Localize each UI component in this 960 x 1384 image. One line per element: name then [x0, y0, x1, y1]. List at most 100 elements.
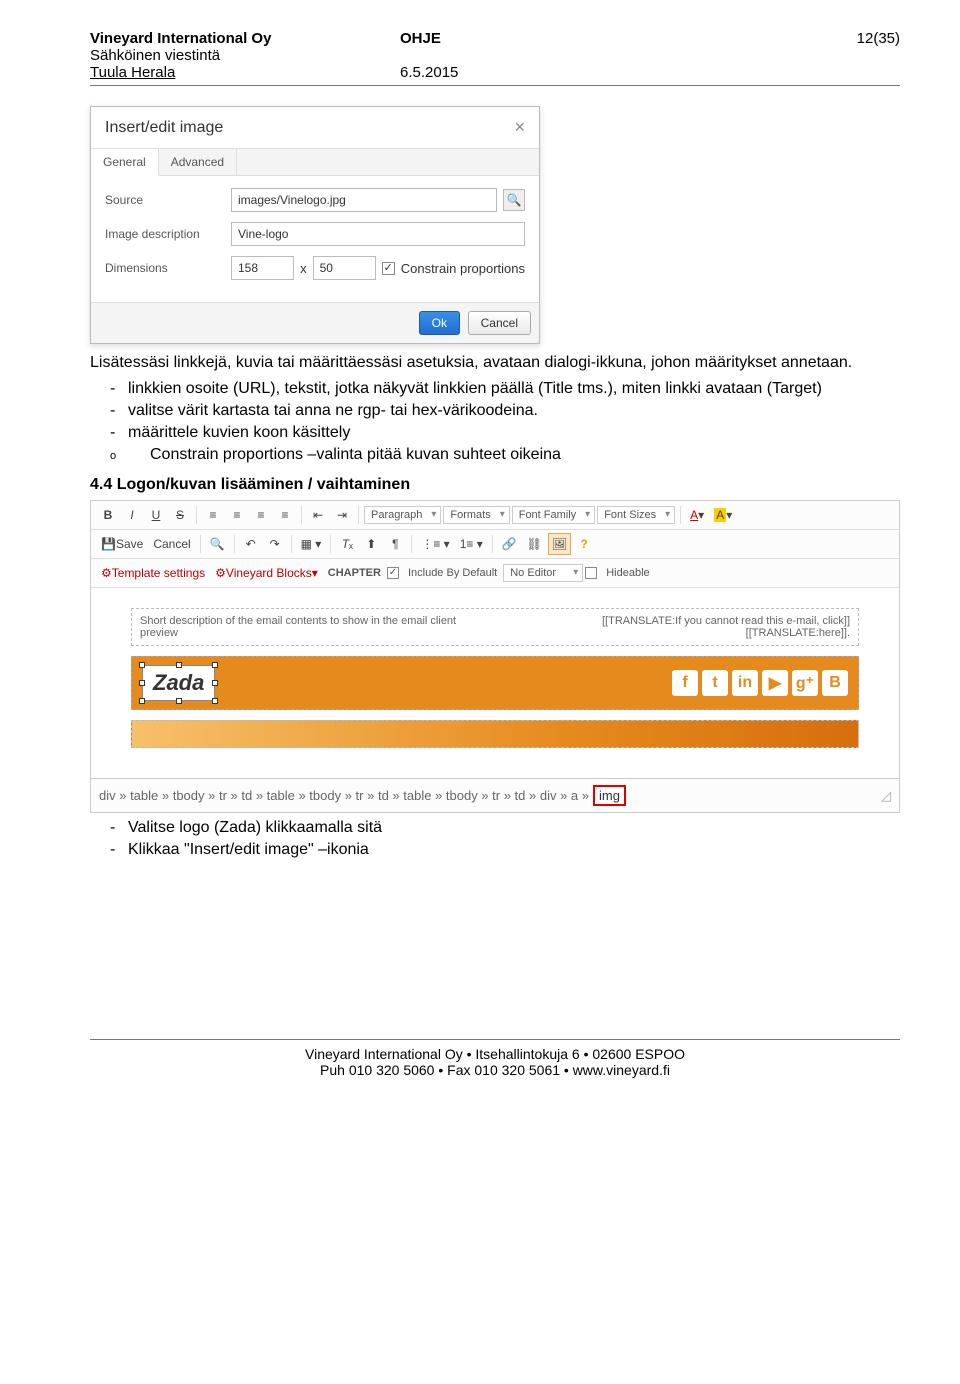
cancel-button-toolbar[interactable]: Cancel — [149, 533, 194, 555]
path-img-highlighted[interactable]: img — [593, 785, 626, 806]
body-paragraph-1: Lisätessäsi linkkejä, kuvia tai määrittä… — [90, 354, 900, 372]
find-icon[interactable]: 🔍 — [206, 533, 229, 555]
underline-icon[interactable]: U — [145, 504, 167, 526]
height-input[interactable] — [313, 256, 376, 280]
section-heading: 4.4 Logon/kuvan lisääminen / vaihtaminen — [90, 476, 900, 494]
gradient-block[interactable] — [131, 720, 859, 748]
align-center-icon[interactable]: ≡ — [226, 504, 248, 526]
insert-image-icon[interactable]: 🖼 — [548, 533, 571, 555]
toolbar-row-2: 💾 Save Cancel 🔍 ↶ ↷ ▦ ▾ Tₓ ⬆ ¶ ⋮≡ ▾ 1≡ ▾… — [91, 530, 899, 559]
label-dimensions: Dimensions — [105, 261, 225, 275]
ok-button[interactable]: Ok — [419, 311, 460, 335]
save-button[interactable]: 💾 Save — [97, 533, 147, 555]
italic-icon[interactable]: I — [121, 504, 143, 526]
dialog-titlebar: Insert/edit image × — [91, 107, 539, 149]
clearformat-icon[interactable]: Tₓ — [336, 533, 358, 555]
list-item: linkkien osoite (URL), tekstit, jotka nä… — [110, 380, 900, 398]
help-icon[interactable]: ? — [573, 533, 595, 555]
undo-icon[interactable]: ↶ — [240, 533, 262, 555]
strikethrough-icon[interactable]: S — [169, 504, 191, 526]
tab-advanced[interactable]: Advanced — [159, 149, 237, 175]
footer-line-1: Vineyard International Oy • Itsehallinto… — [90, 1046, 900, 1062]
selection-handle-icon[interactable] — [176, 662, 182, 668]
author: Tuula Herala — [90, 64, 340, 81]
dialog-title-text: Insert/edit image — [105, 119, 223, 137]
fontsize-dropdown[interactable]: Font Sizes — [597, 506, 675, 524]
redo-icon[interactable]: ↷ — [264, 533, 286, 555]
indent-left-icon[interactable]: ⇤ — [307, 504, 329, 526]
noeditor-dropdown[interactable]: No Editor — [503, 564, 583, 582]
hideable-label: Hideable — [602, 567, 653, 579]
selection-handle-icon[interactable] — [212, 662, 218, 668]
fontfamily-dropdown[interactable]: Font Family — [512, 506, 595, 524]
align-justify-icon[interactable]: ≡ — [274, 504, 296, 526]
align-left-icon[interactable]: ≡ — [202, 504, 224, 526]
toolbar-row-3: ⚙ Template settings ⚙ Vineyard Blocks ▾ … — [91, 559, 899, 588]
page: Vineyard International Oy OHJE 12(35) Sä… — [0, 0, 960, 1098]
selection-handle-icon[interactable] — [139, 680, 145, 686]
template-settings-button[interactable]: ⚙ Template settings — [97, 562, 209, 584]
bold-icon[interactable]: B — [97, 504, 119, 526]
vineyard-blocks-dropdown[interactable]: ⚙ Vineyard Blocks ▾ — [211, 562, 322, 584]
body-list-2: Valitse logo (Zada) klikkaamalla sitä Kl… — [90, 819, 900, 859]
googleplus-icon[interactable]: g⁺ — [792, 670, 818, 696]
paragraph-dropdown[interactable]: Paragraph — [364, 506, 441, 524]
cancel-button[interactable]: Cancel — [468, 311, 531, 335]
indent-right-icon[interactable]: ⇥ — [331, 504, 353, 526]
upload-icon[interactable]: ⬆ — [360, 533, 382, 555]
numlist-icon[interactable]: 1≡ ▾ — [456, 533, 487, 555]
bulletlist-icon[interactable]: ⋮≡ ▾ — [417, 533, 453, 555]
logo-banner[interactable]: Zada f t in ▶ g⁺ B — [131, 656, 859, 710]
constrain-label: Constrain proportions — [401, 261, 525, 276]
width-input[interactable] — [231, 256, 294, 280]
close-icon[interactable]: × — [514, 117, 525, 138]
description-block[interactable]: Short description of the email contents … — [131, 608, 859, 646]
zada-logo[interactable]: Zada — [142, 665, 215, 701]
editor-canvas[interactable]: Short description of the email contents … — [91, 588, 899, 778]
doc-header-row3: Tuula Herala 6.5.2015 — [90, 64, 900, 81]
doc-header-row2: Sähköinen viestintä — [90, 47, 900, 64]
table-icon[interactable]: ▦ ▾ — [297, 533, 326, 555]
include-default-checkbox[interactable]: ✓ — [387, 567, 399, 579]
selection-handle-icon[interactable] — [212, 698, 218, 704]
link-icon[interactable]: 🔗 — [498, 533, 521, 555]
align-right-icon[interactable]: ≡ — [250, 504, 272, 526]
pilcrow-icon[interactable]: ¶ — [384, 533, 406, 555]
linkedin-icon[interactable]: in — [732, 670, 758, 696]
textcolor-icon[interactable]: A ▾ — [686, 504, 708, 526]
tinymce-editor: B I U S ≡ ≡ ≡ ≡ ⇤ ⇥ Paragraph Formats Fo… — [90, 500, 900, 813]
selection-handle-icon[interactable] — [139, 698, 145, 704]
description-input[interactable] — [231, 222, 525, 246]
dialog-footer: Ok Cancel — [91, 302, 539, 343]
label-source: Source — [105, 193, 225, 207]
body-list-1: linkkien osoite (URL), tekstit, jotka nä… — [90, 380, 900, 464]
selection-handle-icon[interactable] — [212, 680, 218, 686]
constrain-checkbox[interactable]: ✓ — [382, 262, 395, 275]
browse-icon[interactable]: 🔍 — [503, 189, 525, 211]
bgcolor-icon[interactable]: A ▾ — [710, 504, 736, 526]
youtube-icon[interactable]: ▶ — [762, 670, 788, 696]
tab-general[interactable]: General — [91, 149, 159, 176]
department: Sähköinen viestintä — [90, 47, 340, 64]
source-input[interactable] — [231, 188, 497, 212]
footer-divider — [90, 1039, 900, 1040]
twitter-icon[interactable]: t — [702, 670, 728, 696]
selection-handle-icon[interactable] — [176, 698, 182, 704]
formats-dropdown[interactable]: Formats — [443, 506, 509, 524]
page-number: 12(35) — [650, 30, 900, 47]
list-item: Valitse logo (Zada) klikkaamalla sitä — [110, 819, 900, 837]
list-item: Klikkaa "Insert/edit image" –ikonia — [110, 841, 900, 859]
blog-icon[interactable]: B — [822, 670, 848, 696]
hideable-checkbox[interactable] — [585, 567, 597, 579]
facebook-icon[interactable]: f — [672, 670, 698, 696]
footer-line-2: Puh 010 320 5060 • Fax 010 320 5061 • ww… — [90, 1062, 900, 1078]
dialog-body: Source 🔍 Image description Dimensions x … — [91, 176, 539, 302]
element-path: div » table » tbody » tr » td » table » … — [91, 778, 899, 812]
social-icons: f t in ▶ g⁺ B — [672, 670, 848, 696]
unlink-icon[interactable]: ⛓ — [523, 533, 546, 555]
resize-handle-icon[interactable]: ◿ — [881, 788, 891, 804]
doc-date: 6.5.2015 — [340, 64, 650, 81]
path-text[interactable]: div » table » tbody » tr » td » table » … — [99, 788, 589, 803]
include-default-label: Include By Default — [404, 567, 501, 579]
selection-handle-icon[interactable] — [139, 662, 145, 668]
